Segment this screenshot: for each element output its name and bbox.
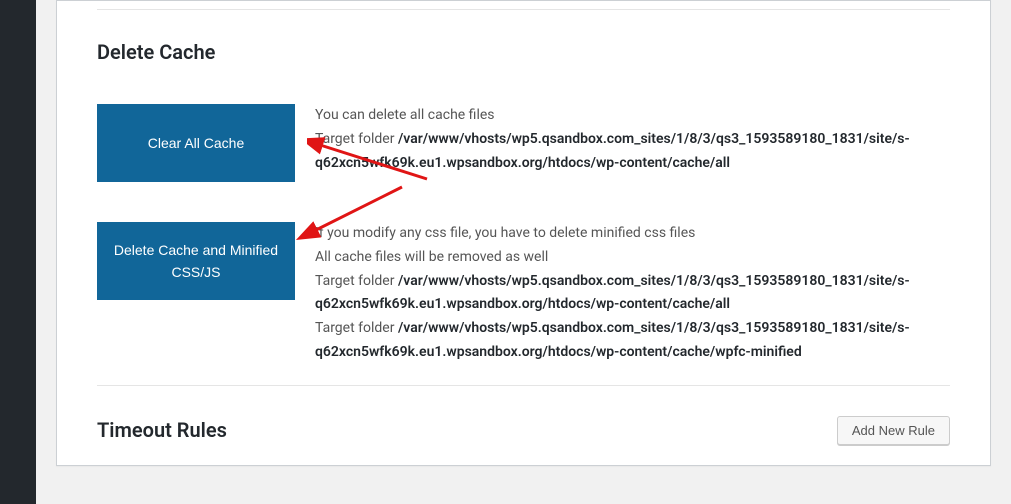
delete-cache-minified-button[interactable]: Delete Cache and Minified CSS/JS (97, 222, 295, 300)
settings-panel: Delete Cache Clear All Cache You can del… (56, 0, 991, 466)
delete-minified-row: Delete Cache and Minified CSS/JS If you … (97, 222, 950, 365)
target-folder-label: Target folder (315, 273, 398, 289)
clear-all-cache-row: Clear All Cache You can delete all cache… (97, 104, 950, 182)
main-content: Delete Cache Clear All Cache You can del… (36, 0, 1011, 486)
delete-cache-heading: Delete Cache (97, 40, 950, 64)
delete-minified-desc-2: All cache files will be removed as well (315, 246, 950, 270)
timeout-rules-row: Timeout Rules Add New Rule (97, 416, 950, 445)
clear-all-desc-text: You can delete all cache files (315, 104, 950, 128)
divider-bottom (97, 385, 950, 386)
target-folder-path: /var/www/vhosts/wp5.qsandbox.com_sites/1… (315, 131, 910, 171)
target-folder-label: Target folder (315, 131, 398, 147)
clear-all-cache-button[interactable]: Clear All Cache (97, 104, 295, 182)
delete-minified-target-2: Target folder /var/www/vhosts/wp5.qsandb… (315, 317, 950, 365)
delete-minified-desc-1: If you modify any css file, you have to … (315, 222, 950, 246)
clear-all-cache-description: You can delete all cache files Target fo… (315, 104, 950, 175)
clear-all-target-line: Target folder /var/www/vhosts/wp5.qsandb… (315, 128, 950, 176)
delete-minified-target-1: Target folder /var/www/vhosts/wp5.qsandb… (315, 270, 950, 318)
delete-minified-description: If you modify any css file, you have to … (315, 222, 950, 365)
admin-sidebar[interactable] (0, 0, 36, 504)
add-new-rule-button[interactable]: Add New Rule (837, 416, 950, 445)
divider-top (97, 9, 950, 10)
target-folder-path: /var/www/vhosts/wp5.qsandbox.com_sites/1… (315, 273, 910, 313)
target-folder-label: Target folder (315, 320, 398, 336)
target-folder-path: /var/www/vhosts/wp5.qsandbox.com_sites/1… (315, 320, 910, 360)
timeout-rules-heading: Timeout Rules (97, 418, 227, 442)
